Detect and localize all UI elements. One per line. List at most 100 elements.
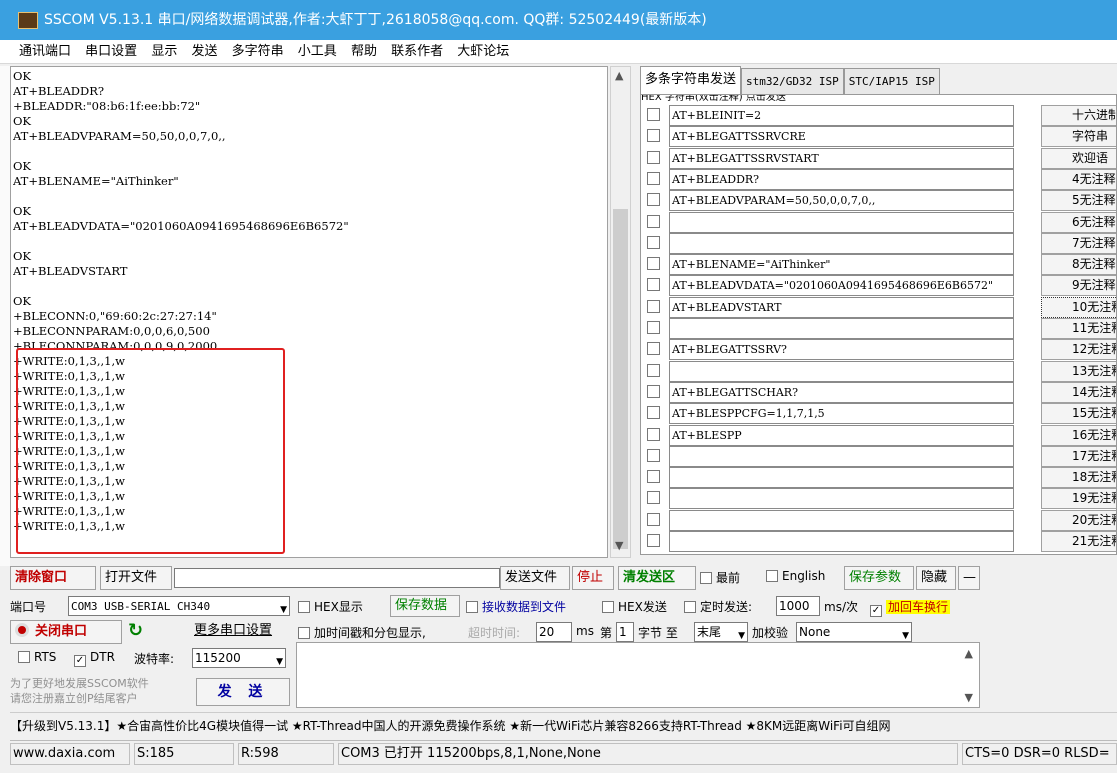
multi-row-send-button[interactable]: 14无注释 [1041, 381, 1116, 403]
multi-row-input[interactable]: AT+BLENAME="AiThinker" [669, 254, 1014, 276]
multi-row-input[interactable]: AT+BLEGATTSSRVSTART [669, 147, 1014, 169]
multi-row-send-button[interactable]: 21无注释 [1041, 531, 1116, 552]
multi-row-hex-checkbox[interactable] [647, 406, 660, 420]
multi-row-input[interactable]: AT+BLEADDR? [669, 168, 1014, 190]
multi-row-input[interactable]: AT+BLEADVDATA="0201060A0941695468696E6B6… [669, 275, 1014, 297]
open-file-button[interactable]: 打开文件 [100, 566, 172, 590]
menu-display[interactable]: 显示 [146, 40, 182, 64]
multi-row-hex-checkbox[interactable] [647, 235, 660, 249]
english-checkbox[interactable]: English [766, 569, 825, 583]
timed-send-checkbox[interactable]: 定时发送: [684, 598, 752, 615]
menu-help[interactable]: 帮助 [346, 40, 382, 64]
multi-row-input[interactable] [669, 467, 1014, 489]
multi-row-send-button[interactable]: 15无注释 [1041, 403, 1116, 425]
multi-row-send-button[interactable]: 4无注释 [1041, 168, 1116, 190]
close-port-button[interactable]: 关闭串口 [10, 620, 122, 644]
multi-row-input[interactable]: AT+BLEADVSTART [669, 296, 1014, 318]
multi-row-input[interactable]: AT+BLEADVPARAM=50,50,0,0,7,0,, [669, 190, 1014, 212]
multi-row-input[interactable] [669, 531, 1014, 552]
multi-row-send-button[interactable]: 字符串 [1041, 126, 1116, 148]
interval-input[interactable]: 1000 [776, 596, 820, 616]
top-most-checkbox[interactable]: 最前 [700, 569, 740, 586]
recv-to-file-checkbox[interactable]: 接收数据到文件 [466, 598, 566, 615]
multi-row-hex-checkbox[interactable] [647, 512, 660, 526]
byte-input[interactable]: 1 [616, 622, 634, 642]
scroll-up-icon[interactable]: ▲ [615, 69, 623, 82]
multi-row-hex-checkbox[interactable] [647, 193, 660, 207]
tab-stc-isp[interactable]: STC/IAP15 ISP [843, 68, 940, 96]
dtr-checkbox[interactable]: ✓ DTR [74, 650, 115, 667]
hex-display-checkbox[interactable]: HEX显示 [298, 598, 363, 615]
multi-row-hex-checkbox[interactable] [647, 171, 660, 185]
multi-row-hex-checkbox[interactable] [647, 342, 660, 356]
menu-serial-settings[interactable]: 串口设置 [80, 40, 142, 64]
hex-send-box[interactable] [602, 601, 614, 613]
scroll-up-icon[interactable]: ▲ [965, 647, 973, 660]
multi-row-input[interactable] [669, 445, 1014, 467]
timestamp-box[interactable] [298, 627, 310, 639]
multi-row-hex-checkbox[interactable] [647, 491, 660, 505]
multi-row-send-button[interactable]: 7无注释 [1041, 232, 1116, 254]
english-box[interactable] [766, 570, 778, 582]
multi-row-input[interactable] [669, 232, 1014, 254]
multi-row-hex-checkbox[interactable] [647, 278, 660, 292]
multi-row-hex-checkbox[interactable] [647, 129, 660, 143]
timeout-input[interactable]: 20 [536, 622, 572, 642]
timed-send-box[interactable] [684, 601, 696, 613]
minimize-panel-button[interactable]: — [958, 566, 980, 590]
multi-row-send-button[interactable]: 19无注释 [1041, 488, 1116, 510]
multi-row-send-button[interactable]: 18无注释 [1041, 467, 1116, 489]
scroll-down-icon[interactable]: ▼ [965, 691, 973, 704]
hex-display-box[interactable] [298, 601, 310, 613]
clear-window-button[interactable]: 清除窗口 [10, 566, 96, 590]
multi-row-input[interactable]: AT+BLESPPCFG=1,1,7,1,5 [669, 403, 1014, 425]
multi-row-hex-checkbox[interactable] [647, 150, 660, 164]
menu-contact[interactable]: 联系作者 [386, 40, 448, 64]
multi-row-hex-checkbox[interactable] [647, 448, 660, 462]
check-icon[interactable]: ✓ [74, 655, 86, 667]
multi-row-input[interactable]: AT+BLESPP [669, 424, 1014, 446]
multi-row-send-button[interactable]: 5无注释 [1041, 190, 1116, 212]
news-ticker[interactable]: 【升级到V5.13.1】★合宙高性价比4G模块值得一试 ★RT-Thread中国… [10, 712, 1117, 738]
multi-row-send-button[interactable]: 10无注释 [1041, 296, 1116, 318]
scroll-thumb[interactable] [613, 209, 628, 549]
status-website[interactable]: www.daxia.com [10, 743, 130, 765]
port-select[interactable]: COM3 USB-SERIAL CH340 ▼ [68, 596, 290, 616]
menu-port[interactable]: 通讯端口 [14, 40, 76, 64]
multi-row-send-button[interactable]: 8无注释 [1041, 254, 1116, 276]
rts-box[interactable] [18, 651, 30, 663]
stop-button[interactable]: 停止 [572, 566, 614, 590]
multi-row-send-button[interactable]: 16无注释 [1041, 424, 1116, 446]
multi-row-input[interactable] [669, 211, 1014, 233]
receive-scrollbar[interactable]: ▲ ▼ [610, 66, 631, 558]
multi-row-hex-checkbox[interactable] [647, 299, 660, 313]
scroll-down-icon[interactable]: ▼ [615, 539, 623, 552]
multi-row-send-button[interactable]: 9无注释 [1041, 275, 1116, 297]
check-icon[interactable]: ✓ [870, 605, 882, 617]
more-settings-button[interactable]: 更多串口设置 [190, 620, 286, 644]
multi-row-send-button[interactable]: 13无注释 [1041, 360, 1116, 382]
send-textarea[interactable]: ▲ ▼ [296, 642, 980, 708]
tab-stm32-isp[interactable]: stm32/GD32 ISP [741, 68, 844, 96]
multi-row-hex-checkbox[interactable] [647, 534, 660, 547]
send-file-button[interactable]: 发送文件 [500, 566, 570, 590]
hex-send-checkbox[interactable]: HEX发送 [602, 598, 667, 615]
top-most-box[interactable] [700, 572, 712, 584]
multi-row-send-button[interactable]: 11无注释 [1041, 318, 1116, 339]
menu-send[interactable]: 发送 [186, 40, 222, 64]
menu-multi-string[interactable]: 多字符串 [227, 40, 289, 64]
multi-row-send-button[interactable]: 十六进制数 [1041, 105, 1116, 126]
multi-row-input[interactable]: AT+BLEGATTSCHAR? [669, 381, 1014, 403]
multi-row-send-button[interactable]: 12无注释 [1041, 339, 1116, 361]
multi-row-input[interactable] [669, 360, 1014, 382]
multi-row-input[interactable] [669, 318, 1014, 339]
multi-row-hex-checkbox[interactable] [647, 470, 660, 484]
recv-to-file-box[interactable] [466, 601, 478, 613]
checksum-select[interactable]: None ▼ [796, 622, 912, 642]
menu-forum[interactable]: 大虾论坛 [452, 40, 514, 64]
multi-row-hex-checkbox[interactable] [647, 384, 660, 398]
timestamp-checkbox[interactable]: 加时间戳和分包显示, [298, 624, 426, 641]
multi-row-input[interactable] [669, 509, 1014, 531]
save-params-button[interactable]: 保存参数 [844, 566, 914, 590]
end-select[interactable]: 末尾 ▼ [694, 622, 748, 642]
